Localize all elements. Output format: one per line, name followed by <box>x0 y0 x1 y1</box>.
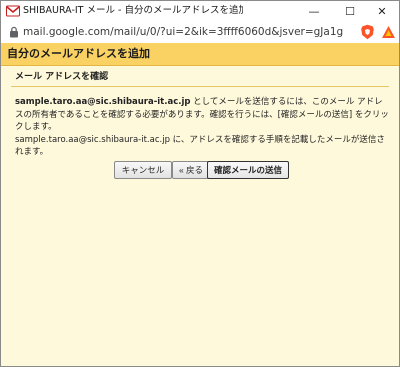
brave-rewards-icon[interactable] <box>381 25 396 39</box>
brave-shield-icon[interactable] <box>360 24 375 40</box>
paragraph-2: sample.taro.aa@sic.shibaura-it.ac.jp に、ア… <box>15 134 385 158</box>
confirmation-message: sample.taro.aa@sic.shibaura-it.ac.jp として… <box>15 96 391 159</box>
maximize-icon: ☐ <box>345 4 355 18</box>
email-address: sample.taro.aa@sic.shibaura-it.ac.jp <box>15 97 191 107</box>
address-bar[interactable]: mail.google.com/mail/u/0/?ui=2&ik=3ffff6… <box>1 21 399 44</box>
minimize-button[interactable]: — <box>297 1 331 21</box>
maximize-button[interactable]: ☐ <box>333 1 367 21</box>
popup-window: SHIBAURA-IT メール - 自分のメールアドレスを追加 - Brave … <box>0 0 400 367</box>
back-button[interactable]: « 戻る <box>172 161 210 179</box>
window-title: SHIBAURA-IT メール - 自分のメールアドレスを追加 - Brave <box>23 5 243 16</box>
title-bar: SHIBAURA-IT メール - 自分のメールアドレスを追加 - Brave … <box>1 1 399 21</box>
close-button[interactable]: ✕ <box>365 1 399 21</box>
section-divider <box>11 86 389 87</box>
url-text[interactable]: mail.google.com/mail/u/0/?ui=2&ik=3ffff6… <box>23 25 343 39</box>
close-icon: ✕ <box>377 4 387 18</box>
minimize-icon: — <box>308 4 320 18</box>
paragraph-1: sample.taro.aa@sic.shibaura-it.ac.jp として… <box>15 96 391 134</box>
gmail-app-icon <box>6 5 20 17</box>
section-title: メール アドレスを確認 <box>15 72 109 82</box>
lock-icon[interactable] <box>8 26 20 38</box>
dialog-header: 自分のメールアドレスを追加 <box>1 43 399 66</box>
dialog-title: 自分のメールアドレスを追加 <box>7 47 150 60</box>
send-verification-button[interactable]: 確認メールの送信 <box>207 161 289 179</box>
cancel-button[interactable]: キャンセル <box>114 161 172 179</box>
